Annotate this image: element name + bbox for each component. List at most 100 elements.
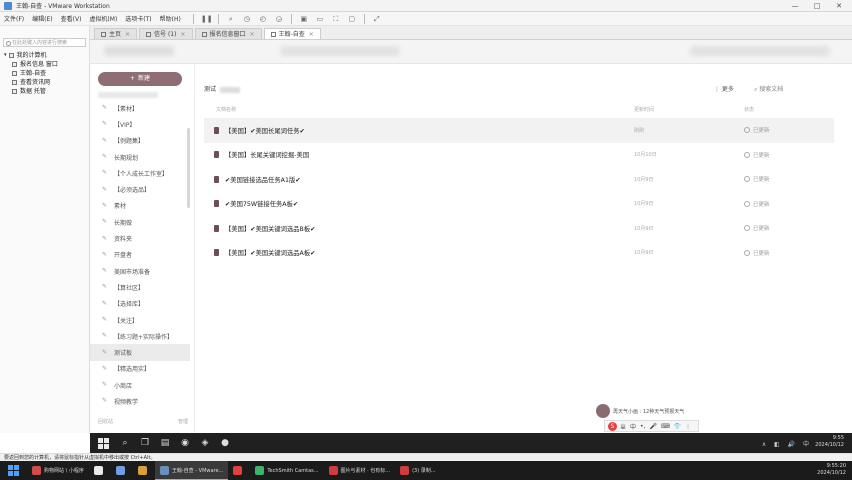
pause-icon[interactable]: ❚❚: [201, 14, 213, 24]
ime-tip-text[interactable]: 再天气小画 : 12种天气预报天气: [613, 408, 684, 415]
unity-icon[interactable]: ▢: [347, 14, 357, 24]
windows-start-icon[interactable]: [98, 437, 109, 449]
close-icon[interactable]: ×: [125, 29, 130, 40]
sidebar-item[interactable]: ✎ 长期做: [90, 214, 190, 230]
taskbar-app-button[interactable]: 图片与素材 · 也有标...: [324, 461, 396, 480]
task-view-icon[interactable]: ❐: [135, 433, 155, 453]
sidebar-item[interactable]: ✎ 素材: [90, 198, 190, 214]
system-tray-icons[interactable]: ∧ ◧ 🔊 中: [762, 439, 812, 448]
sidebar-item[interactable]: ✎ 【关注】: [90, 312, 190, 328]
snapshot-icon[interactable]: ◷: [242, 14, 252, 24]
send-keys-icon[interactable]: ⌕: [226, 14, 236, 24]
more-button[interactable]: ⋮ 更多: [714, 84, 734, 93]
sidebar-item[interactable]: ✎ 美国市场准备: [90, 263, 190, 279]
thumbnail-view-icon[interactable]: ▭: [315, 14, 325, 24]
menu-view[interactable]: 查看(V): [61, 14, 82, 23]
revert-snapshot-icon[interactable]: ◴: [258, 14, 268, 24]
menu-tabs[interactable]: 选项卡(T): [125, 14, 151, 23]
tab-vm-active[interactable]: 王翰-自查 ×: [263, 28, 321, 40]
skin-icon[interactable]: 👕: [674, 423, 681, 430]
library-item-my-computer[interactable]: ▾ 我的计算机: [0, 51, 89, 60]
document-row[interactable]: 【美国】✔美国关键词选品B板✔ 10月9日 已更新: [204, 216, 834, 241]
windows-start-icon[interactable]: [8, 465, 19, 476]
menu-file[interactable]: 文件(F): [4, 14, 24, 23]
taskbar-app-button[interactable]: 购物网站 \ 小程序: [27, 461, 89, 480]
column-header-status[interactable]: 状态: [744, 106, 754, 113]
sidebar-item[interactable]: ✎ 【算社区】: [90, 279, 190, 295]
document-row[interactable]: 【美国】✔美国关键词选品A板✔ 10月9日 已更新: [204, 241, 834, 266]
taskbar-app-button[interactable]: [89, 461, 111, 480]
ime-lang-icon[interactable]: 中: [630, 422, 636, 431]
file-explorer-icon[interactable]: ▤: [155, 433, 175, 453]
app-icon[interactable]: ●: [215, 433, 235, 453]
sidebar-item[interactable]: ✎ 【精选用实】: [90, 361, 190, 377]
snapshot-manager-icon[interactable]: ◶: [274, 14, 284, 24]
trash-link[interactable]: 回收站: [98, 418, 113, 425]
library-item-vm[interactable]: 查看资讯网: [0, 78, 89, 87]
close-icon[interactable]: ×: [180, 29, 185, 40]
tab-home[interactable]: 主页 ×: [94, 28, 138, 40]
sidebar-item[interactable]: ✎ 视频教学: [90, 393, 190, 409]
menu-edit[interactable]: 编辑(E): [32, 14, 52, 23]
search-button[interactable]: ⌕ 搜索文档: [754, 84, 783, 94]
library-item-vm[interactable]: 报名信息 窗口: [0, 60, 89, 69]
avatar[interactable]: [596, 404, 610, 418]
host-clock[interactable]: 9:55:20 2024/10/12: [817, 463, 846, 477]
manage-link[interactable]: 管理: [178, 418, 188, 425]
tab-vm[interactable]: 信号 (1) ×: [139, 28, 193, 40]
menu-icon[interactable]: ⋮: [685, 423, 691, 430]
sidebar-item[interactable]: ✎ 资料夹: [90, 230, 190, 246]
document-name[interactable]: 【美国】✔美国关键词选品B板✔: [225, 224, 315, 233]
microphone-icon[interactable]: 🎤: [649, 423, 656, 430]
taskbar-app-button[interactable]: (3) 录制...: [395, 461, 440, 480]
tab-vm[interactable]: 报名信息窗口 ×: [194, 28, 262, 40]
keyboard-icon[interactable]: ⌨: [661, 423, 670, 430]
taskbar-app-button[interactable]: [111, 461, 133, 480]
new-button[interactable]: + 新建: [98, 72, 182, 86]
library-item-vm[interactable]: 王翰-自查: [0, 69, 89, 78]
browser-icon[interactable]: ◉: [175, 433, 195, 453]
search-icon[interactable]: ⌕: [115, 433, 135, 453]
taskbar-app-button[interactable]: [228, 461, 250, 480]
document-row[interactable]: ✔美国75W链接任务A板✔ 10月9日 已更新: [204, 192, 834, 217]
library-search-input[interactable]: 在此处键入内容进行搜索: [3, 38, 86, 47]
sidebar-scrollbar[interactable]: [187, 128, 190, 208]
document-name[interactable]: 【美国】✔美国关键词选品A板✔: [225, 248, 315, 257]
sidebar-item[interactable]: ✎ 【练习题+实际操作】: [90, 328, 190, 344]
app-icon[interactable]: ◈: [195, 433, 215, 453]
library-view-icon[interactable]: ▣: [299, 14, 309, 24]
menu-vm[interactable]: 虚拟机(M): [89, 14, 117, 23]
document-row[interactable]: 【美国】长尾关键词挖掘-美国 10月10日 已更新: [204, 143, 834, 168]
sogou-icon[interactable]: S: [608, 421, 617, 431]
sidebar-item[interactable]: ✎ 【必须选品】: [90, 181, 190, 197]
document-name[interactable]: 【美国】✔美国长尾词任务✔: [225, 126, 305, 135]
taskbar-app-button[interactable]: 王翰-自查 - VMware...: [154, 461, 229, 480]
close-icon[interactable]: ×: [309, 29, 314, 40]
document-name[interactable]: ✔美国75W链接任务A板✔: [225, 199, 298, 208]
ime-punct-icon[interactable]: •,: [640, 423, 645, 430]
column-header-name[interactable]: 文档名称: [216, 106, 236, 113]
guest-clock[interactable]: 9:55 2024/10/12: [815, 435, 844, 449]
menu-help[interactable]: 帮助(H): [160, 14, 181, 23]
sidebar-item[interactable]: ✎ 【素材】: [90, 100, 190, 116]
fullscreen-icon[interactable]: ⛶: [331, 14, 341, 24]
taskbar-app-button[interactable]: [133, 461, 155, 480]
document-row[interactable]: ✔美国链接选品任务A1版✔ 10月9日 已更新: [204, 167, 834, 192]
library-item-vm[interactable]: 数据 托管: [0, 87, 89, 96]
sidebar-item[interactable]: ✎ 【选择库】: [90, 296, 190, 312]
sidebar-item[interactable]: ✎ 【VIP】: [90, 116, 190, 132]
maximize-button[interactable]: □: [806, 0, 828, 12]
stretch-icon[interactable]: ⤢: [372, 14, 382, 24]
sidebar-item[interactable]: ✎ 开盘者: [90, 247, 190, 263]
ime-mode-icon[interactable]: ㄓ: [620, 422, 626, 431]
sidebar-item[interactable]: ✎ 【例题集】: [90, 133, 190, 149]
minimize-button[interactable]: —: [784, 0, 806, 12]
sidebar-item[interactable]: ✎ 【个人成长工作室】: [90, 165, 190, 181]
document-name[interactable]: 【美国】长尾关键词挖掘-美国: [225, 150, 309, 159]
taskbar-app-button[interactable]: TechSmith Camtas...: [250, 461, 323, 480]
sidebar-item[interactable]: ✎ 长期规划: [90, 149, 190, 165]
close-icon[interactable]: ×: [250, 29, 255, 40]
column-header-time[interactable]: 更新时间: [634, 106, 654, 113]
close-button[interactable]: ✕: [828, 0, 850, 12]
sidebar-item[interactable]: ✎ 小商店: [90, 377, 190, 393]
